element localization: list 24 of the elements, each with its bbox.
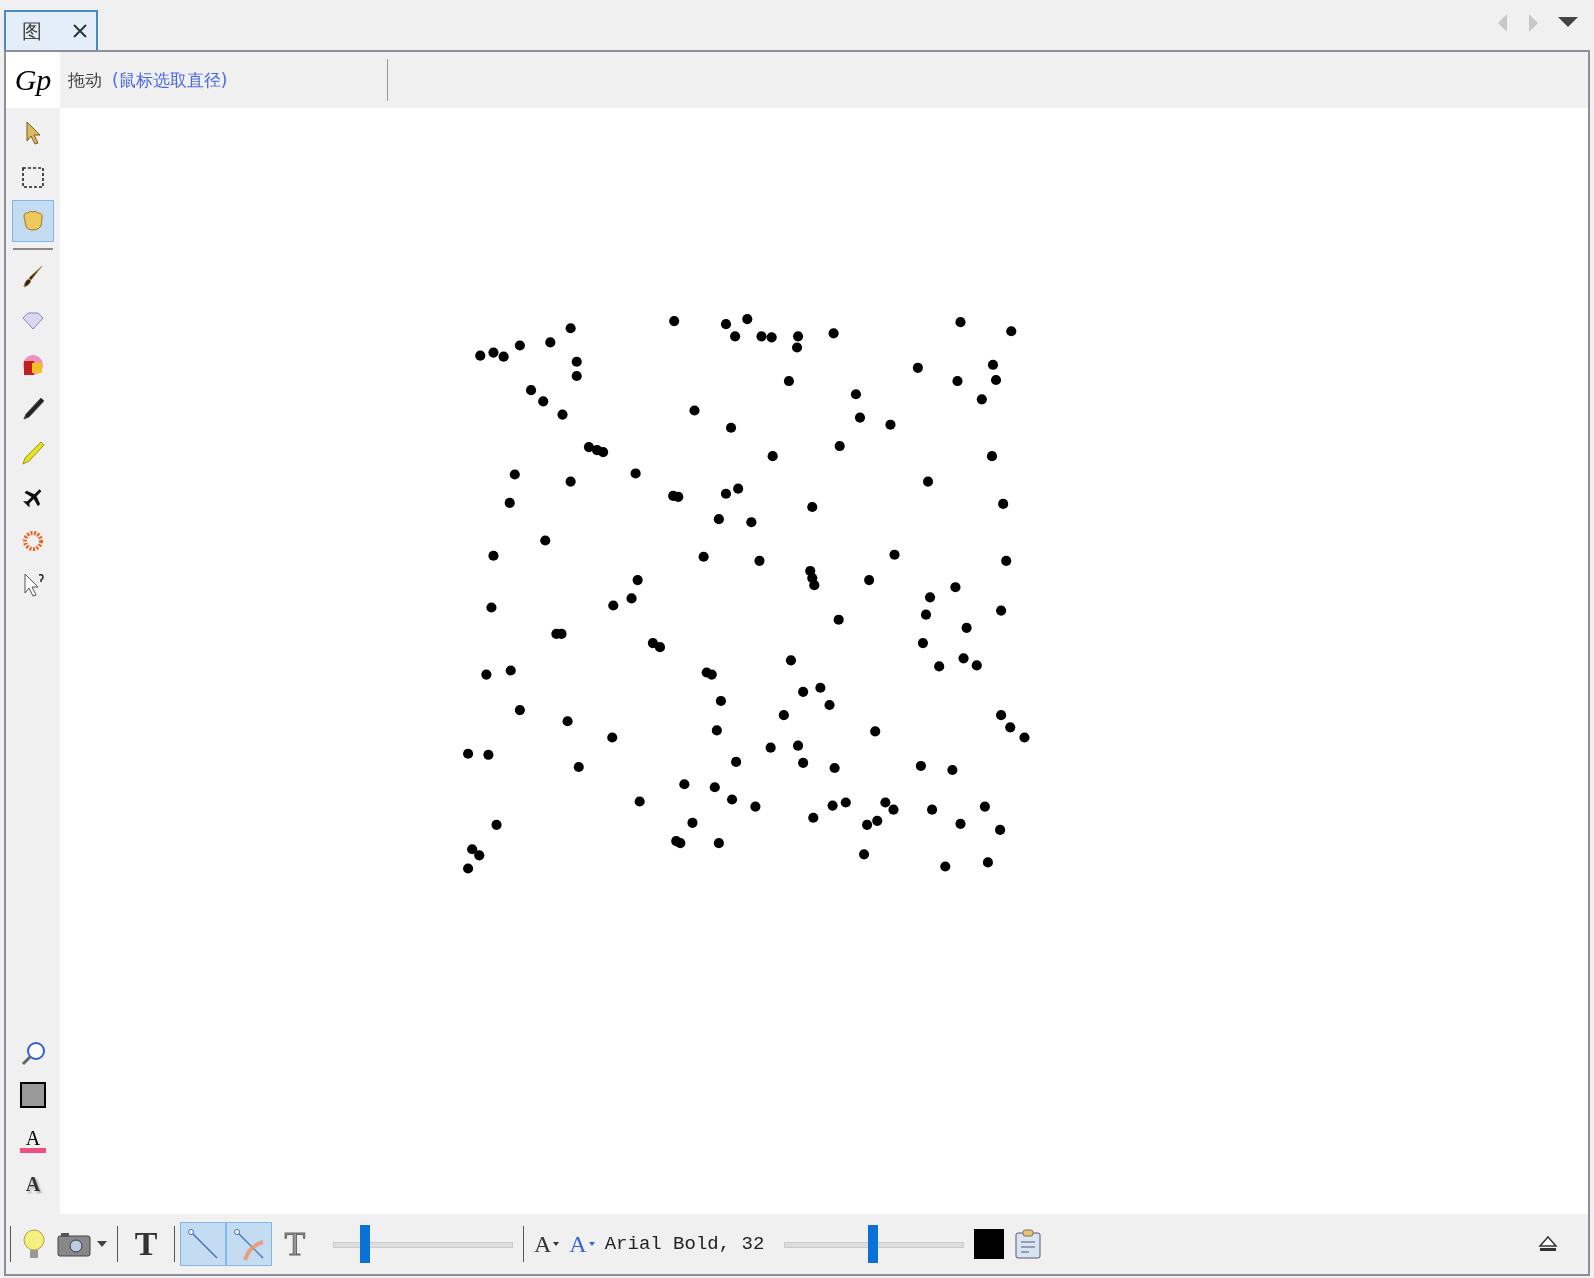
hint-label: (鼠标选取直径)	[112, 68, 228, 92]
close-icon[interactable]	[72, 23, 88, 39]
text-tool-button[interactable]: T	[123, 1222, 169, 1266]
eject-icon[interactable]	[1538, 1235, 1558, 1253]
lightbulb-icon[interactable]	[21, 1228, 47, 1260]
camera-icon[interactable]	[57, 1231, 91, 1257]
logo: Gp	[6, 52, 60, 108]
graphics-tab[interactable]: 图	[4, 10, 98, 50]
font-button[interactable]: A	[534, 1230, 560, 1258]
caret-icon[interactable]	[588, 1242, 595, 1246]
text-color-button[interactable]: A	[19, 1128, 47, 1153]
slider[interactable]	[784, 1224, 965, 1264]
dropdown-caret-icon[interactable]	[1558, 17, 1578, 29]
text-shadow-button[interactable]: A	[25, 1173, 41, 1196]
square-icon[interactable]	[20, 1082, 46, 1108]
zoom-icon[interactable]	[19, 1040, 47, 1068]
highlighter-icon	[19, 439, 47, 467]
mode-label: 拖动	[68, 68, 102, 92]
font-label[interactable]: Arial Bold, 32	[604, 1233, 765, 1255]
dropdown-caret-icon[interactable]	[97, 1241, 107, 1247]
caret-icon[interactable]	[553, 1242, 560, 1246]
color-swatch[interactable]	[974, 1229, 1005, 1259]
font-button[interactable]: A	[569, 1230, 595, 1258]
slider[interactable]	[333, 1224, 513, 1264]
